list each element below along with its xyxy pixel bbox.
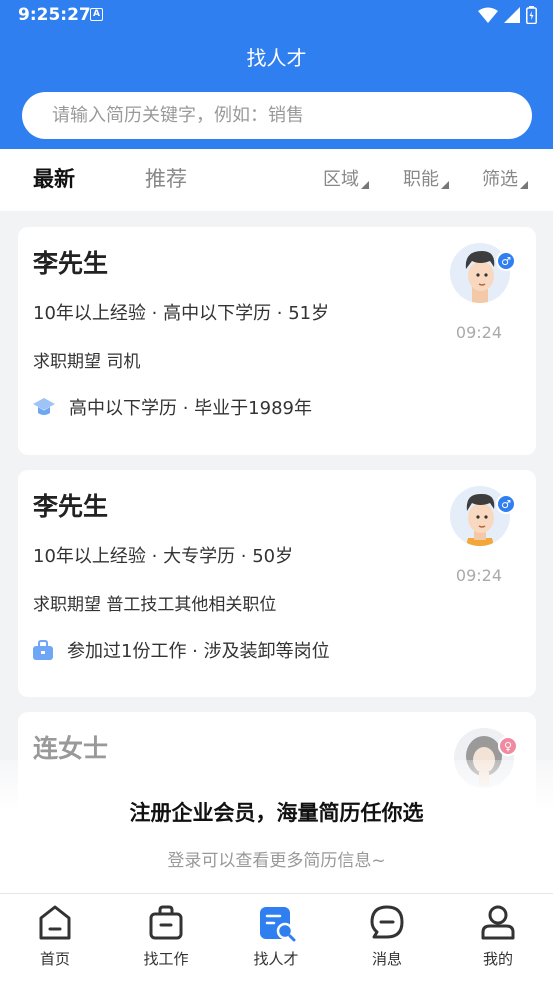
candidate-meta: 10年以上经验 · 高中以下学历 · 51岁 — [33, 303, 330, 324]
dropdown-triangle-icon — [361, 181, 369, 189]
candidate-name: 李先生 — [33, 249, 109, 278]
nav-profile-label: 我的 — [482, 950, 513, 968]
candidate-name: 李先生 — [33, 492, 109, 521]
nav-find-job-label: 找工作 — [143, 950, 189, 968]
candidate-meta: 10年以上经验 · 大专学历 · 50岁 — [33, 546, 294, 567]
page-title: 找人才 — [246, 46, 307, 70]
home-icon — [39, 905, 71, 940]
candidate-expectation: 求职期望 司机 — [33, 352, 141, 372]
talent-search-icon — [260, 907, 296, 942]
status-bar: 9:25:27 A — [0, 0, 553, 32]
filter-region-label: 区域 — [323, 169, 359, 190]
tab-latest[interactable]: 最新 — [33, 163, 75, 193]
filter-region[interactable]: 区域 — [323, 165, 369, 191]
nav-find-talent-label: 找人才 — [253, 950, 299, 968]
filter-more[interactable]: 筛选 — [482, 165, 528, 191]
dropdown-triangle-icon — [441, 181, 449, 189]
candidate-extra: 高中以下学历 · 毕业于1989年 — [33, 394, 312, 420]
tab-bar: 最新 推荐 区域 职能 筛选 — [0, 149, 553, 211]
bottom-nav: 首页 找工作 找人才 消息 我的 — [0, 893, 553, 984]
nav-find-job[interactable]: 找工作 — [111, 894, 221, 984]
update-time: 09:24 — [455, 323, 502, 342]
candidate-expectation: 求职期望 普工技工其他相关职位 — [33, 595, 277, 615]
dropdown-triangle-icon — [520, 181, 528, 189]
promo-subtitle[interactable]: 登录可以查看更多简历信息~ — [0, 846, 553, 871]
gender-female-icon: ♀ — [498, 736, 518, 756]
nav-find-talent[interactable]: 找人才 — [221, 894, 331, 984]
update-time: 09:24 — [455, 566, 502, 585]
promo-title[interactable]: 注册企业会员，海量简历任你选 — [0, 797, 553, 827]
candidate-card[interactable]: 李先生 10年以上经验 · 大专学历 · 50岁 求职期望 普工技工其他相关职位… — [18, 470, 536, 697]
briefcase-icon — [149, 905, 183, 940]
signal-icon — [504, 7, 520, 23]
status-time: 9:25:27 — [18, 5, 91, 25]
wifi-icon — [478, 7, 498, 23]
nav-home-label: 首页 — [39, 950, 70, 968]
candidate-extra: 参加过1份工作 · 涉及装卸等岗位 — [33, 637, 330, 663]
status-notification-icon: A — [90, 8, 103, 21]
gender-male-icon: ♂ — [496, 494, 516, 514]
search-bar[interactable] — [22, 92, 532, 139]
nav-home[interactable]: 首页 — [0, 894, 110, 984]
candidate-extra-text: 高中以下学历 · 毕业于1989年 — [69, 398, 312, 419]
filter-function[interactable]: 职能 — [403, 165, 449, 191]
nav-messages-label: 消息 — [371, 950, 402, 968]
candidate-card[interactable]: 李先生 10年以上经验 · 高中以下学历 · 51岁 求职期望 司机 高中以下学… — [18, 227, 536, 455]
header-bar: 9:25:27 A 找人才 — [0, 0, 553, 149]
graduation-cap-icon — [33, 398, 55, 415]
status-icons — [478, 6, 537, 24]
login-overlay — [0, 760, 553, 895]
search-input[interactable] — [52, 105, 492, 126]
message-icon — [370, 905, 404, 939]
user-icon — [481, 905, 515, 940]
nav-messages[interactable]: 消息 — [332, 894, 442, 984]
gender-male-icon: ♂ — [496, 251, 516, 271]
nav-profile[interactable]: 我的 — [443, 894, 553, 984]
briefcase-icon — [33, 640, 53, 660]
candidate-extra-text: 参加过1份工作 · 涉及装卸等岗位 — [67, 641, 330, 662]
filter-function-label: 职能 — [403, 169, 439, 190]
battery-icon — [526, 6, 537, 24]
tab-recommended[interactable]: 推荐 — [145, 163, 187, 193]
filter-more-label: 筛选 — [482, 169, 518, 190]
